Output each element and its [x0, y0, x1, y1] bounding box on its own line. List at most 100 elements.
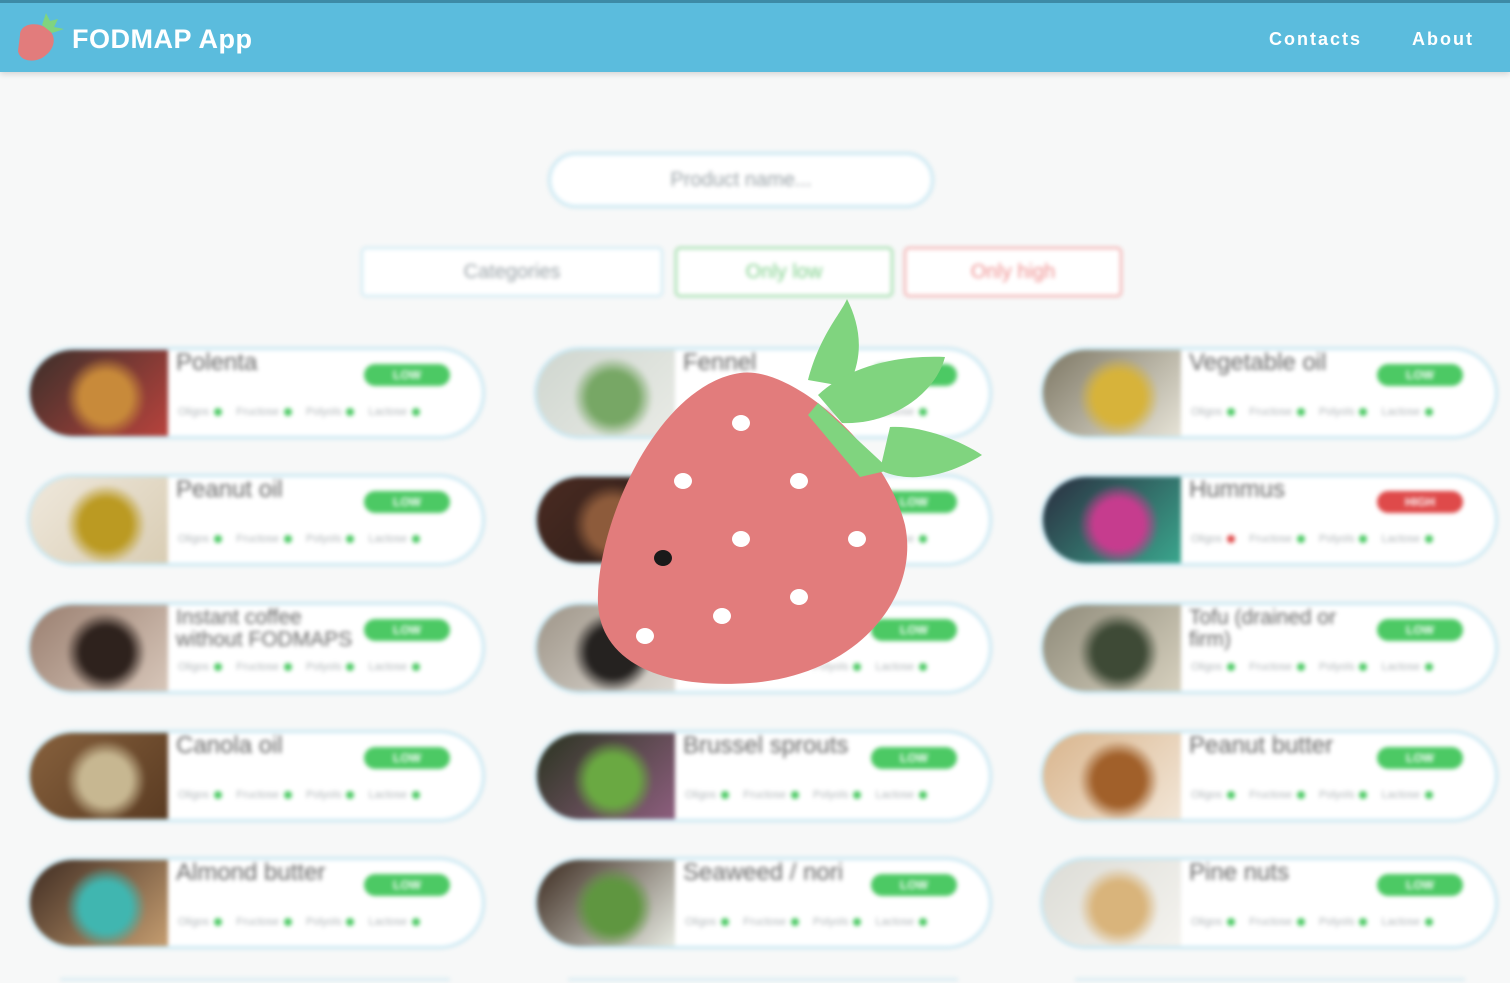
fodmap-property: Polyols: [306, 661, 355, 673]
property-label: Fructose: [1249, 661, 1292, 673]
fodmap-property: Fructose: [236, 661, 292, 673]
fodmap-level-badge: LOW: [364, 364, 450, 386]
fodmap-property: Fructose: [236, 406, 292, 418]
fodmap-property: Oligos: [1191, 789, 1236, 801]
fodmap-property: Lactose: [368, 533, 420, 545]
product-card[interactable]: Tofu (drained or firm) LOW Oligos Fructose P…: [1040, 602, 1498, 694]
property-label: Fructose: [1249, 916, 1292, 928]
product-image: [1043, 605, 1181, 691]
status-dot-icon: [790, 918, 799, 926]
fodmap-property: Lactose: [1381, 661, 1433, 673]
fodmap-property: Lactose: [875, 916, 927, 928]
categories-button[interactable]: Categories: [361, 247, 663, 297]
property-label: Fructose: [1249, 789, 1292, 801]
product-image: [30, 605, 168, 691]
divider: [1075, 978, 1465, 981]
status-dot-icon: [1424, 535, 1433, 543]
fodmap-property: Oligos: [685, 916, 730, 928]
status-dot-icon: [411, 663, 420, 671]
property-label: Lactose: [1381, 916, 1420, 928]
fodmap-property: Polyols: [813, 789, 862, 801]
fodmap-property: Fructose: [236, 916, 292, 928]
fodmap-property: Lactose: [368, 916, 420, 928]
property-label: Polyols: [1318, 789, 1355, 801]
fodmap-level-badge: LOW: [364, 491, 450, 513]
status-dot-icon: [1359, 663, 1368, 671]
product-image: [30, 477, 168, 563]
product-card[interactable]: Pine nuts LOW Oligos Fructose Polyols Lactose: [1040, 857, 1498, 949]
only-high-button[interactable]: Only high: [904, 247, 1122, 297]
product-card[interactable]: Brussel sprouts LOW Oligos Fructose Polyols L…: [534, 730, 992, 822]
product-search-input[interactable]: Product name...: [548, 152, 934, 208]
fodmap-property: Oligos: [1191, 661, 1236, 673]
status-dot-icon: [283, 663, 292, 671]
status-dot-icon: [214, 918, 223, 926]
property-label: Lactose: [368, 533, 407, 545]
status-dot-icon: [853, 791, 862, 799]
product-card[interactable]: Peanut butter LOW Oligos Fructose Polyols Lac…: [1040, 730, 1498, 822]
status-dot-icon: [214, 408, 223, 416]
product-image: [30, 860, 168, 946]
product-card[interactable]: Seaweed / nori LOW Oligos Fructose Polyols La…: [534, 857, 992, 949]
fodmap-property: Polyols: [1318, 406, 1368, 418]
product-card[interactable]: Canola oil LOW Oligos Fructose Polyols Lactos…: [27, 730, 485, 822]
status-dot-icon: [1296, 791, 1305, 799]
property-label: Fructose: [236, 661, 279, 673]
fodmap-property: Polyols: [812, 916, 862, 928]
fodmap-properties: Oligos Fructose Polyols Lactose: [1191, 661, 1433, 673]
status-dot-icon: [283, 408, 292, 416]
product-card[interactable]: Almond butter LOW Oligos Fructose Polyols Lac…: [27, 857, 485, 949]
fodmap-properties: Oligos Fructose Polyols Lactose: [1191, 916, 1433, 928]
status-dot-icon: [411, 535, 420, 543]
property-label: Polyols: [1318, 916, 1355, 928]
property-label: Polyols: [305, 916, 342, 928]
product-card[interactable]: Polenta LOW Oligos Fructose Polyols Lactose: [27, 347, 485, 439]
status-dot-icon: [1359, 408, 1368, 416]
status-dot-icon: [918, 918, 927, 926]
fodmap-property: Lactose: [1381, 789, 1433, 801]
product-name: Polenta: [176, 349, 258, 376]
product-name: Seaweed / nori: [683, 859, 844, 886]
property-label: Fructose: [743, 916, 786, 928]
status-dot-icon: [1424, 408, 1433, 416]
property-label: Polyols: [1318, 661, 1355, 673]
fodmap-property: Fructose: [743, 789, 799, 801]
product-card[interactable]: Instant coffee without FODMAPS LOW Oligos F…: [27, 602, 485, 694]
product-name: Pine nuts: [1189, 859, 1290, 886]
fodmap-property: Lactose: [875, 789, 927, 801]
fodmap-level-badge: LOW: [364, 874, 450, 896]
fodmap-property: Oligos: [178, 406, 223, 418]
property-label: Polyols: [812, 916, 849, 928]
fodmap-level-badge: HIGH: [1377, 491, 1463, 513]
product-name: Almond butter: [176, 859, 326, 886]
property-label: Fructose: [236, 533, 279, 545]
product-card[interactable]: Peanut oil LOW Oligos Fructose Polyols Lactos…: [27, 474, 485, 566]
status-dot-icon: [853, 918, 862, 926]
property-label: Oligos: [685, 789, 717, 801]
fodmap-property: Polyols: [305, 916, 355, 928]
product-card[interactable]: Hummus HIGH Oligos Fructose Polyols Lactose: [1040, 474, 1498, 566]
only-low-button[interactable]: Only low: [675, 247, 893, 297]
fodmap-property: Oligos: [1191, 533, 1236, 545]
product-name: Vegetable oil: [1189, 349, 1327, 376]
property-label: Lactose: [368, 789, 407, 801]
property-label: Oligos: [178, 789, 210, 801]
property-label: Lactose: [368, 661, 407, 673]
status-dot-icon: [346, 791, 355, 799]
product-image: [1043, 733, 1181, 819]
status-dot-icon: [721, 791, 730, 799]
product-name: Canola oil: [176, 732, 283, 759]
status-dot-icon: [346, 663, 355, 671]
status-dot-icon: [346, 918, 355, 926]
fodmap-property: Oligos: [178, 533, 223, 545]
property-label: Polyols: [1318, 406, 1355, 418]
property-label: Polyols: [305, 406, 342, 418]
status-dot-icon: [1359, 791, 1368, 799]
property-label: Oligos: [1191, 661, 1223, 673]
product-card[interactable]: Vegetable oil LOW Oligos Fructose Polyols Lac…: [1040, 347, 1498, 439]
product-image: [1043, 860, 1181, 946]
status-dot-icon: [918, 791, 927, 799]
property-label: Fructose: [743, 789, 786, 801]
property-label: Fructose: [236, 406, 279, 418]
property-label: Lactose: [1381, 789, 1420, 801]
